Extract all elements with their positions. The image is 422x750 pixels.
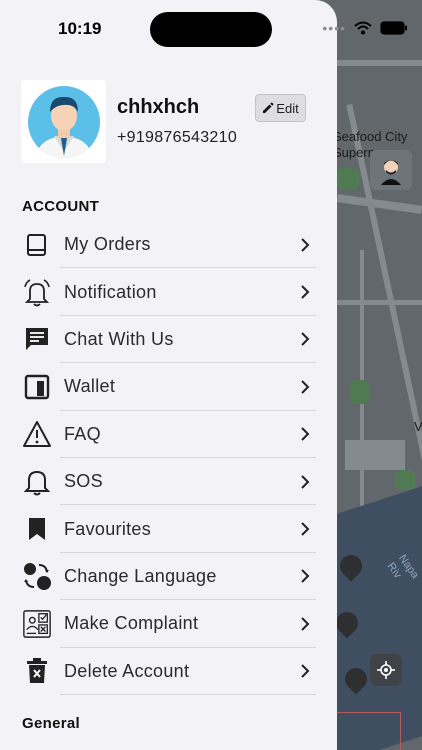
menu-item-chat-with-us[interactable]: Chat With Us [0, 316, 337, 364]
menu-label: My Orders [64, 234, 151, 255]
menu-label: FAQ [64, 423, 101, 444]
menu-label: Chat With Us [64, 328, 174, 349]
account-menu: My Orders Notification Chat With Us Wall… [0, 221, 337, 695]
bell-outline-icon [22, 467, 52, 497]
dynamic-island [150, 12, 272, 47]
chevron-right-icon [298, 566, 312, 586]
edit-label: Edit [276, 100, 299, 116]
bell-icon [22, 277, 52, 307]
book-icon [22, 230, 52, 260]
chevron-right-icon [298, 614, 312, 634]
wifi-icon [354, 21, 372, 35]
side-drawer: 10:19 chhxhch +919876543210 Edit ACCOUNT [0, 0, 337, 750]
wallet-icon [22, 372, 52, 402]
chevron-right-icon [298, 329, 312, 349]
menu-label: Notification [64, 281, 157, 302]
profile-avatar[interactable] [21, 80, 106, 163]
menu-item-favourites[interactable]: Favourites [0, 505, 337, 553]
map-label-seafood-city: Seafood City [333, 129, 408, 144]
chevron-right-icon [298, 519, 312, 539]
chat-icon [22, 324, 52, 354]
crosshair-icon [377, 661, 395, 679]
chevron-right-icon [298, 661, 312, 681]
chevron-right-icon [298, 377, 312, 397]
chevron-right-icon [298, 472, 312, 492]
trash-icon [22, 656, 52, 686]
status-indicators: •••• [322, 20, 408, 36]
menu-item-my-orders[interactable]: My Orders [0, 221, 337, 269]
status-time: 10:19 [58, 19, 102, 38]
menu-item-change-language[interactable]: Change Language [0, 553, 337, 601]
chevron-right-icon [298, 424, 312, 444]
language-icon [22, 561, 52, 591]
menu-item-faq[interactable]: FAQ [0, 411, 337, 458]
menu-item-delete-account[interactable]: Delete Account [0, 648, 337, 695]
menu-item-sos[interactable]: SOS [0, 458, 337, 506]
menu-item-make-complaint[interactable]: Make Complaint [0, 600, 337, 648]
menu-label: Wallet [64, 376, 116, 397]
driver-avatar-button[interactable] [370, 150, 412, 190]
menu-label: Delete Account [64, 660, 190, 681]
menu-label: Favourites [64, 518, 152, 539]
chevron-right-icon [298, 235, 312, 255]
locate-me-button[interactable] [370, 654, 402, 686]
bookmark-icon [22, 514, 52, 544]
battery-icon [380, 21, 407, 35]
menu-item-wallet[interactable]: Wallet [0, 363, 337, 411]
chevron-right-icon [298, 282, 312, 302]
signal-dots-icon: •••• [322, 20, 346, 36]
warning-icon [22, 419, 52, 449]
menu-label: Make Complaint [64, 613, 199, 634]
user-avatar-icon [27, 85, 100, 158]
menu-label: Change Language [64, 565, 217, 586]
user-name: chhxhch [117, 96, 200, 118]
menu-item-notification[interactable]: Notification [0, 268, 337, 316]
menu-label: SOS [64, 471, 103, 492]
user-phone: +919876543210 [117, 129, 238, 146]
section-general: General [22, 715, 80, 732]
pencil-icon [263, 102, 274, 113]
complaint-icon [22, 609, 52, 639]
edit-profile-button[interactable]: Edit [255, 94, 306, 122]
divider [60, 693, 316, 695]
section-account: ACCOUNT [22, 198, 100, 215]
driver-avatar-icon [381, 160, 401, 185]
map-label-v: V [414, 419, 422, 434]
